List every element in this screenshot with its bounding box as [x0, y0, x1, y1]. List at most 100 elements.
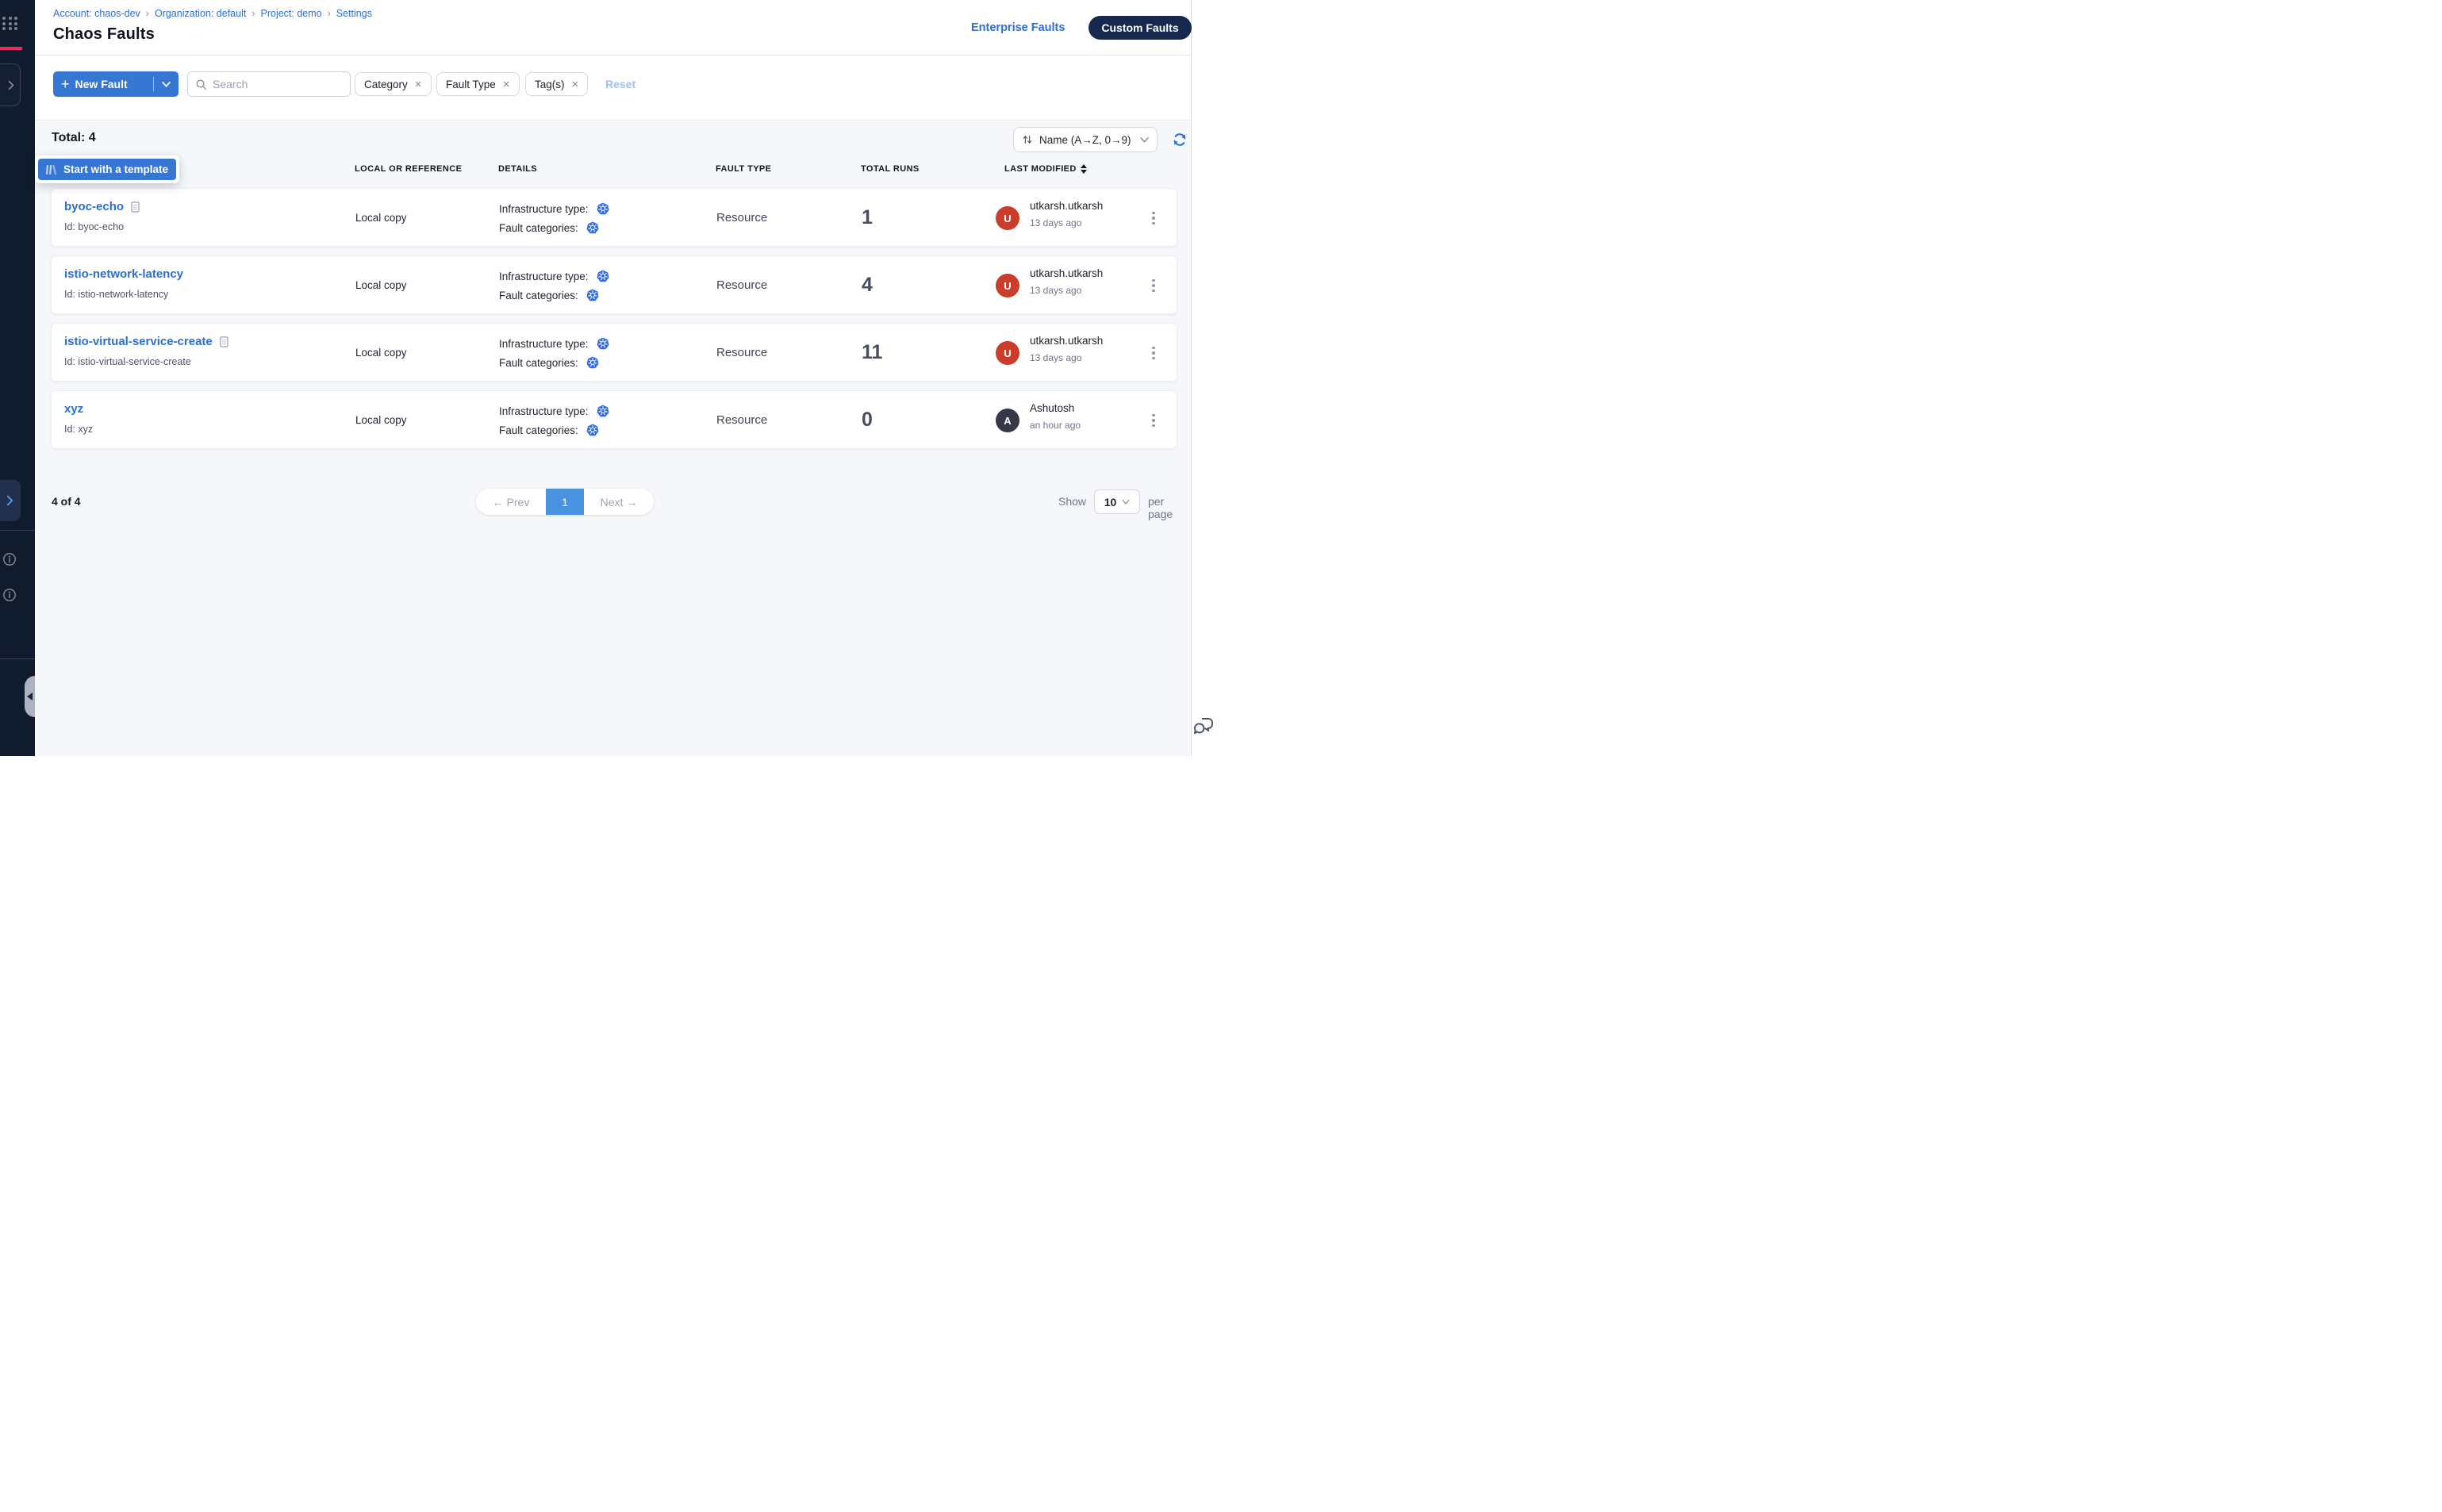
- pager: ← Prev 1 Next →: [476, 489, 654, 515]
- kubernetes-icon: [586, 289, 599, 301]
- refresh-icon: [1172, 132, 1188, 148]
- search-input[interactable]: [213, 78, 340, 90]
- fault-categories-label: Fault categories:: [499, 222, 578, 234]
- sidebar-collapse-handle[interactable]: [25, 676, 35, 717]
- table-header-row: FAULT NAME LOCAL OR REFERENCE DETAILS FA…: [35, 164, 1191, 177]
- manifest-icon[interactable]: [220, 336, 228, 347]
- chevron-down-icon[interactable]: [162, 82, 171, 87]
- local-or-reference: Local copy: [355, 189, 407, 248]
- breadcrumb-settings[interactable]: Settings: [336, 8, 372, 19]
- sort-select[interactable]: Name (A→Z, 0→9): [1013, 127, 1158, 152]
- manifest-icon[interactable]: [131, 201, 140, 213]
- total-count: Total: 4: [52, 131, 96, 145]
- new-fault-button[interactable]: + New Fault: [53, 71, 179, 97]
- fault-categories-label: Fault categories:: [499, 357, 578, 369]
- fault-name-link[interactable]: byoc-echo: [64, 200, 124, 213]
- column-fault-type: FAULT TYPE: [716, 164, 771, 174]
- modified-time: 13 days ago: [1030, 217, 1081, 228]
- row-menu-button[interactable]: [1148, 410, 1159, 431]
- avatar: U: [996, 341, 1019, 365]
- kubernetes-icon: [597, 405, 609, 417]
- arrow-left-icon: ←: [493, 496, 504, 508]
- close-icon[interactable]: ×: [572, 79, 579, 90]
- row-menu-button[interactable]: [1148, 343, 1159, 363]
- filter-fault-type[interactable]: Fault Type ×: [436, 72, 520, 96]
- row-menu-button[interactable]: [1148, 275, 1159, 296]
- chat-support-button[interactable]: [1192, 716, 1214, 740]
- column-label: LOCAL OR REFERENCE: [355, 164, 462, 174]
- per-page-select[interactable]: 10: [1094, 489, 1140, 514]
- details-cell: Infrastructure type: Fault categories:: [499, 401, 609, 439]
- chevron-right-icon: [8, 80, 14, 90]
- total-runs: 4: [862, 274, 873, 297]
- help-info-icon[interactable]: [2, 588, 17, 602]
- template-icon: [45, 164, 57, 175]
- content-area: Total: 4 Name (A→Z, 0→9): [35, 121, 1191, 756]
- enterprise-faults-link[interactable]: Enterprise Faults: [971, 21, 1065, 34]
- modified-time: 13 days ago: [1030, 285, 1081, 296]
- page-1-button[interactable]: 1: [546, 489, 584, 515]
- breadcrumb-organization[interactable]: Organization: default: [155, 8, 246, 19]
- start-with-template-item[interactable]: Start with a template: [38, 159, 176, 180]
- table-row: byoc-echo Id: byoc-echo Local copy Infra…: [51, 188, 1177, 247]
- column-details: DETAILS: [498, 164, 537, 174]
- filter-category[interactable]: Category ×: [355, 72, 432, 96]
- modified-by-user: utkarsh.utkarsh: [1030, 267, 1103, 279]
- avatar: U: [996, 206, 1019, 230]
- accent-line: [0, 47, 22, 50]
- fault-name-link[interactable]: istio-virtual-service-create: [64, 335, 213, 348]
- sidebar-expand-button[interactable]: [0, 480, 21, 521]
- kubernetes-icon: [597, 202, 609, 215]
- fault-id: Id: istio-network-latency: [64, 289, 168, 300]
- column-label: FAULT TYPE: [716, 164, 771, 174]
- fault-categories-label: Fault categories:: [499, 290, 578, 301]
- filter-tags[interactable]: Tag(s) ×: [525, 72, 588, 96]
- local-or-reference: Local copy: [355, 324, 407, 382]
- reset-filters-link[interactable]: Reset: [605, 72, 635, 96]
- fault-name-link[interactable]: xyz: [64, 402, 83, 416]
- details-cell: Infrastructure type: Fault categories:: [499, 334, 609, 372]
- table-row: istio-network-latency Id: istio-network-…: [51, 255, 1177, 314]
- kubernetes-icon: [597, 270, 609, 282]
- fault-id: Id: byoc-echo: [64, 221, 124, 232]
- button-divider: [153, 77, 154, 91]
- close-icon[interactable]: ×: [503, 79, 510, 90]
- search-box: [187, 71, 351, 97]
- app-grid-icon[interactable]: [2, 17, 18, 30]
- breadcrumb-account[interactable]: Account: chaos-dev: [53, 8, 140, 19]
- breadcrumb-project[interactable]: Project: demo: [261, 8, 322, 19]
- kubernetes-icon: [586, 356, 599, 369]
- infrastructure-type-label: Infrastructure type:: [499, 203, 589, 215]
- page-title: Chaos Faults: [53, 25, 155, 44]
- prev-page-button[interactable]: ← Prev: [476, 496, 546, 508]
- refresh-button[interactable]: [1172, 132, 1188, 148]
- column-label: TOTAL RUNS: [861, 164, 920, 174]
- sidebar-divider: [0, 658, 35, 659]
- row-menu-button[interactable]: [1148, 208, 1159, 228]
- info-icon[interactable]: [2, 552, 17, 566]
- fault-categories-label: Fault categories:: [499, 424, 578, 436]
- next-label: Next: [601, 496, 624, 508]
- chevron-down-icon: [1122, 500, 1130, 505]
- sort-updown-icon: [1081, 164, 1087, 174]
- sort-label: Name (A→Z, 0→9): [1039, 134, 1131, 146]
- plus-icon: +: [61, 76, 70, 93]
- chaos-faults-page: Account: chaos-dev › Organization: defau…: [0, 0, 1221, 756]
- custom-faults-button[interactable]: Custom Faults: [1089, 16, 1192, 40]
- local-or-reference: Local copy: [355, 391, 407, 450]
- sidebar-divider: [0, 530, 35, 531]
- breadcrumb-separator: ›: [251, 8, 255, 19]
- infrastructure-type-label: Infrastructure type:: [499, 338, 589, 350]
- fault-name-link[interactable]: istio-network-latency: [64, 267, 183, 281]
- fault-id: Id: istio-virtual-service-create: [64, 356, 191, 367]
- total-runs: 1: [862, 206, 873, 229]
- column-last-modified[interactable]: LAST MODIFIED: [1004, 164, 1087, 174]
- next-page-button[interactable]: Next →: [584, 496, 654, 508]
- table-row: istio-virtual-service-create Id: istio-v…: [51, 323, 1177, 382]
- per-page-label: per page: [1148, 495, 1191, 520]
- toolbar: + New Fault Category × Fault Type × Tag(…: [35, 55, 1191, 121]
- close-icon[interactable]: ×: [415, 79, 422, 90]
- column-label: LAST MODIFIED: [1004, 164, 1077, 174]
- fault-type: Resource: [716, 256, 767, 315]
- sidebar-collapsed-module[interactable]: [0, 63, 21, 106]
